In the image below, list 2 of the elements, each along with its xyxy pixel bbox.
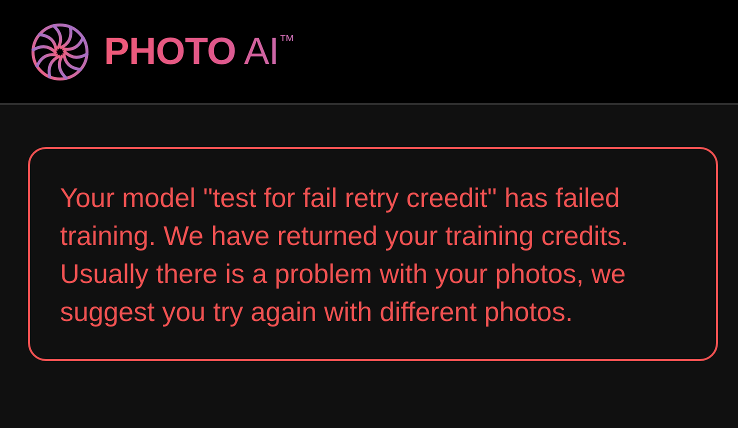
spiral-logo-icon [30,22,90,82]
alert-message: Your model "test for fail retry creedit" has failed training. We have returned your training credits. Usually there is a problem with your photos, we suggest you try again with different photos. [60,183,628,327]
